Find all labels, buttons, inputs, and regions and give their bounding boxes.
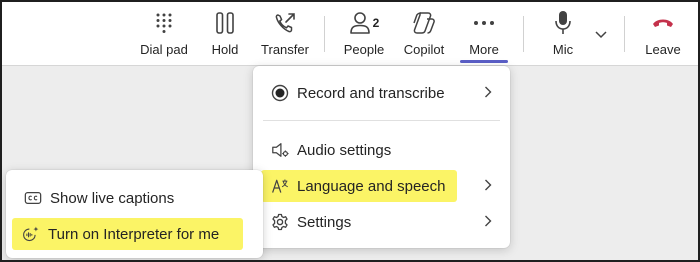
people-icon-wrap: 2 [349,10,380,36]
chevron-right-icon [484,214,492,232]
record-icon [261,84,289,102]
language-submenu: Show live captions Turn on Interpreter f… [6,170,263,258]
leave-button[interactable]: Leave [642,10,684,62]
people-count-badge: 2 [372,16,380,30]
mic-options-chevron[interactable] [594,27,610,41]
language-icon [261,176,289,196]
dial-pad-label: Dial pad [140,42,188,57]
person-icon [349,12,370,34]
language-and-speech-item[interactable]: Language and speech [261,170,457,202]
chevron-down-icon [595,31,607,39]
language-and-speech-label: Language and speech [297,177,446,195]
transfer-button[interactable]: Transfer [261,10,309,62]
settings-label: Settings [297,213,352,231]
chevron-right-icon [484,85,492,103]
gear-icon [261,213,289,231]
menu-divider [263,120,500,121]
people-button[interactable]: 2 People [342,10,386,62]
leave-label: Leave [645,42,681,57]
turn-on-interpreter-label: Turn on Interpreter for me [48,225,220,243]
copilot-icon [411,10,437,36]
record-and-transcribe-item[interactable]: Record and transcribe [261,77,502,109]
more-dots-icon [473,10,495,36]
audio-settings-label: Audio settings [297,141,392,159]
dial-pad-icon [155,10,173,36]
more-menu: Record and transcribe Audio settings Lan… [253,66,510,248]
copilot-label: Copilot [403,42,445,57]
mic-label: Mic [552,42,574,57]
show-live-captions-item[interactable]: Show live captions [14,182,255,214]
microphone-icon [554,10,572,36]
show-live-captions-label: Show live captions [50,189,175,207]
people-label: People [343,42,385,57]
settings-item[interactable]: Settings [261,206,502,238]
more-button[interactable]: More [462,10,506,62]
closed-captions-icon [14,190,42,206]
toolbar-divider [324,16,325,52]
hang-up-icon [651,10,675,36]
audio-settings-item[interactable]: Audio settings [261,134,502,166]
pause-icon [214,10,236,36]
mic-button[interactable]: Mic [548,10,578,62]
hold-button[interactable]: Hold [206,10,244,62]
transfer-icon [273,10,297,36]
more-label: More [469,42,499,57]
toolbar-divider [523,16,524,52]
more-active-indicator [460,60,508,63]
toolbar-divider [624,16,625,52]
copilot-button[interactable]: Copilot [402,10,446,62]
meeting-window: Dial pad Hold Transfer 2 People Copilot … [0,0,700,262]
dial-pad-button[interactable]: Dial pad [140,10,188,62]
chevron-right-icon [484,178,492,197]
record-and-transcribe-label: Record and transcribe [297,84,445,102]
hold-label: Hold [211,42,239,57]
speaker-settings-icon [261,141,289,159]
transfer-label: Transfer [261,42,309,57]
interpreter-sparkle-icon [12,224,40,244]
call-toolbar: Dial pad Hold Transfer 2 People Copilot … [2,2,698,65]
turn-on-interpreter-item[interactable]: Turn on Interpreter for me [12,218,243,250]
